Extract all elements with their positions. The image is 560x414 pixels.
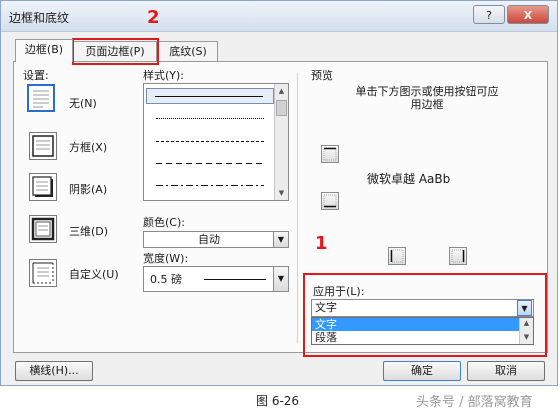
settings-header: 设置: <box>23 69 49 82</box>
annotation-box-apply-to <box>303 273 547 357</box>
annotation-marker-2: 2 <box>147 7 160 28</box>
ok-button[interactable]: 确定 <box>383 361 461 381</box>
watermark: 头条号 / 部落窝教育 <box>416 395 533 410</box>
line-style-dash-dot[interactable] <box>156 185 264 186</box>
box-border-icon[interactable] <box>29 132 57 160</box>
width-label: 宽度(W): <box>143 252 189 265</box>
line-style-list[interactable]: ▲ ▼ <box>143 83 289 201</box>
scroll-up-icon[interactable]: ▲ <box>275 85 288 97</box>
width-value: 0.5 磅 <box>150 273 182 286</box>
width-line-sample <box>204 279 266 280</box>
horizontal-line-button[interactable]: 横线(H)... <box>15 361 93 381</box>
annotation-box-page-border <box>72 38 159 65</box>
setting-box-label[interactable]: 方框(X) <box>69 139 107 155</box>
right-border-button[interactable] <box>449 247 467 265</box>
3d-border-icon[interactable] <box>29 215 57 243</box>
setting-3d-label[interactable]: 三维(D) <box>69 223 108 239</box>
shadow-border-icon[interactable] <box>29 173 57 201</box>
preview-sample-text: 微软卓越 AaBb <box>367 172 451 186</box>
setting-shadow-label[interactable]: 阴影(A) <box>69 181 107 197</box>
color-value: 自动 <box>198 233 220 246</box>
title-bar: 边框和底纹 ? X <box>1 1 557 32</box>
custom-border-icon[interactable] <box>29 259 57 287</box>
color-select[interactable]: 自动 ▼ <box>143 231 289 248</box>
line-style-dashed-small[interactable] <box>156 141 264 142</box>
color-dropdown-icon[interactable]: ▼ <box>273 232 288 247</box>
style-header: 样式(Y): <box>143 69 185 82</box>
bottom-border-button[interactable] <box>321 192 339 210</box>
setting-custom-label[interactable]: 自定义(U) <box>69 266 119 282</box>
style-list-scrollbar[interactable]: ▲ ▼ <box>274 84 288 200</box>
close-button[interactable]: X <box>507 5 549 24</box>
figure-caption: 图 6-26 <box>256 394 300 408</box>
preview-header: 预览 <box>311 69 333 82</box>
setting-none-label[interactable]: 无(N) <box>69 95 97 111</box>
top-border-button[interactable] <box>321 145 339 163</box>
tab-shading[interactable]: 底纹(S) <box>158 41 218 61</box>
tab-borders[interactable]: 边框(B) <box>15 39 73 62</box>
annotation-marker-1: 1 <box>315 233 328 254</box>
width-select[interactable]: 0.5 磅 ▼ <box>143 266 289 292</box>
cancel-button[interactable]: 取消 <box>467 361 545 381</box>
dialog-title: 边框和底纹 <box>9 11 70 25</box>
no-border-icon[interactable] <box>27 84 55 112</box>
scroll-thumb[interactable] <box>276 100 287 116</box>
line-style-selected-item[interactable] <box>146 88 274 104</box>
color-label: 颜色(C): <box>143 216 185 229</box>
line-style-dashed[interactable] <box>156 163 264 164</box>
scroll-down-icon[interactable]: ▼ <box>275 187 288 199</box>
width-dropdown-icon[interactable]: ▼ <box>273 267 288 291</box>
line-style-dotted[interactable] <box>156 118 264 119</box>
preview-hint: 单击下方图示或使用按钮可应用边框 <box>355 85 499 111</box>
borders-and-shading-dialog: 边框和底纹 ? X 边框(B) 页面边框(P) 底纹(S) 设置: 无(N) 方… <box>0 0 558 386</box>
left-border-button[interactable] <box>388 247 406 265</box>
help-button[interactable]: ? <box>473 5 505 24</box>
